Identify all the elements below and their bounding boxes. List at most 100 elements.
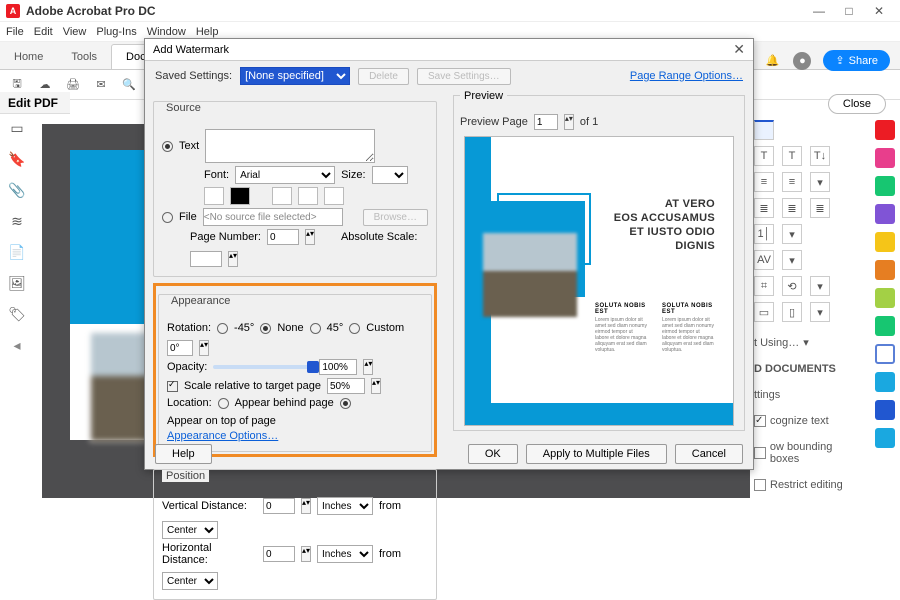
maximize-button[interactable]: □ <box>834 4 864 18</box>
cloud-icon[interactable]: ☁ <box>36 76 54 94</box>
save-icon[interactable]: 🖫 <box>8 76 26 94</box>
tool-edit-pdf[interactable] <box>875 148 895 168</box>
abs-scale-spinner[interactable]: ▴▾ <box>228 251 238 267</box>
tool-create-pdf[interactable] <box>875 120 895 140</box>
rotation-spinner[interactable]: ▴▾ <box>199 340 209 356</box>
kerning-dropdown-icon[interactable]: ▾ <box>782 250 802 270</box>
align-center-icon[interactable]: T <box>782 146 802 166</box>
images-icon[interactable]: 🖼 <box>8 275 26 292</box>
rotation-none-radio[interactable] <box>260 323 271 334</box>
restrict-editing-check[interactable]: Restrict editing <box>754 479 864 491</box>
cancel-button[interactable]: Cancel <box>675 444 743 464</box>
list-bullet-icon[interactable]: ≡ <box>754 172 774 192</box>
preview-page-spinner[interactable]: ▴▾ <box>564 114 574 130</box>
browse-button[interactable]: Browse… <box>363 209 428 226</box>
tags-icon[interactable]: 🏷 <box>8 306 26 323</box>
underline-button[interactable] <box>204 187 224 205</box>
source-file-radio[interactable] <box>162 212 173 223</box>
save-settings-button[interactable]: Save Settings… <box>417 68 511 85</box>
opacity-field[interactable] <box>319 359 357 375</box>
align-left-button[interactable] <box>272 187 292 205</box>
mail-icon[interactable]: ✉ <box>92 76 110 94</box>
close-panel-button[interactable]: Close <box>828 94 886 114</box>
scale-relative-field[interactable] <box>327 378 365 394</box>
attachments-icon[interactable]: 📎 <box>8 182 25 199</box>
align-right-icon[interactable]: T↓ <box>810 146 830 166</box>
tab-tools[interactable]: Tools <box>57 45 111 69</box>
rotate-icon[interactable]: ⟲ <box>782 276 802 296</box>
delete-button[interactable]: Delete <box>358 68 409 85</box>
minimize-button[interactable]: — <box>804 4 834 18</box>
opacity-spinner[interactable]: ▴▾ <box>363 359 373 375</box>
vdist-origin-select[interactable]: Center <box>162 521 218 539</box>
hdist-unit-select[interactable]: Inches <box>317 545 373 563</box>
watermark-text-input[interactable] <box>205 129 375 163</box>
tool-export-pdf[interactable] <box>875 176 895 196</box>
location-behind-radio[interactable] <box>218 398 229 409</box>
menu-help[interactable]: Help <box>196 26 219 38</box>
menu-window[interactable]: Window <box>147 26 186 38</box>
rotation-neg45-radio[interactable] <box>217 323 228 334</box>
align-left-icon[interactable]: T <box>754 146 774 166</box>
vdist-field[interactable] <box>263 498 295 514</box>
menu-plugins[interactable]: Plug-Ins <box>96 26 136 38</box>
tool-protect[interactable] <box>875 316 895 336</box>
vdist-spinner[interactable]: ▴▾ <box>301 498 311 514</box>
more-format-icon[interactable]: ▾ <box>810 276 830 296</box>
ok-button[interactable]: OK <box>468 444 518 464</box>
tool-more-3[interactable] <box>875 428 895 448</box>
flip-h-icon[interactable]: ▭ <box>754 302 774 322</box>
help-button[interactable]: Help <box>155 444 212 464</box>
layers-icon[interactable]: ≋ <box>11 213 23 230</box>
kerning-icon[interactable]: AV <box>754 250 774 270</box>
page-range-options-link[interactable]: Page Range Options… <box>630 70 743 82</box>
tab-home[interactable]: Home <box>0 45 57 69</box>
crop-icon[interactable]: ⌗ <box>754 276 774 296</box>
close-dialog-button[interactable]: ✕ <box>733 41 745 58</box>
format-swatch[interactable] <box>754 120 774 140</box>
menu-edit[interactable]: Edit <box>34 26 53 38</box>
scale-spinner[interactable]: ▴▾ <box>371 378 381 394</box>
tool-more-1[interactable] <box>875 372 895 392</box>
apply-multiple-button[interactable]: Apply to Multiple Files <box>526 444 667 464</box>
format-using-dropdown[interactable]: t Using… ▾ <box>754 336 864 349</box>
user-avatar[interactable]: ● <box>793 52 811 70</box>
size-select[interactable] <box>372 166 408 184</box>
share-button[interactable]: ⇪ Share <box>823 50 890 71</box>
tool-comment[interactable] <box>875 204 895 224</box>
page-number-spinner[interactable]: ▴▾ <box>305 229 315 245</box>
align-center-button[interactable] <box>298 187 318 205</box>
text-color-button[interactable] <box>230 187 250 205</box>
source-text-radio[interactable] <box>162 141 173 152</box>
hdist-spinner[interactable]: ▴▾ <box>301 546 311 562</box>
opacity-slider[interactable] <box>213 365 313 369</box>
page-thumbnails-icon[interactable]: ▭ <box>10 120 23 137</box>
location-top-radio[interactable] <box>340 398 351 409</box>
tool-fill-sign[interactable] <box>875 288 895 308</box>
close-window-button[interactable]: ✕ <box>864 4 894 18</box>
recognize-text-check[interactable]: cognize text <box>754 415 864 427</box>
hdist-origin-select[interactable]: Center <box>162 572 218 590</box>
rotation-custom-field[interactable] <box>167 340 193 356</box>
align-right-button[interactable] <box>324 187 344 205</box>
abs-scale-field[interactable] <box>190 251 222 267</box>
replace-image-icon[interactable]: ▾ <box>810 302 830 322</box>
para-align-center-icon[interactable]: ≣ <box>782 198 802 218</box>
para-align-right-icon[interactable]: ≣ <box>810 198 830 218</box>
menu-file[interactable]: File <box>6 26 24 38</box>
spacing-icon[interactable]: 1│ <box>754 224 774 244</box>
tool-shield[interactable] <box>875 344 895 364</box>
print-icon[interactable]: 🖨 <box>64 76 82 94</box>
list-options-icon[interactable]: ▾ <box>810 172 830 192</box>
bounding-boxes-check[interactable]: ow bounding boxes <box>754 441 864 465</box>
tool-more-2[interactable] <box>875 400 895 420</box>
rotation-custom-radio[interactable] <box>349 323 360 334</box>
bell-icon[interactable]: 🔔 <box>763 52 781 70</box>
tool-scan[interactable] <box>875 260 895 280</box>
menu-view[interactable]: View <box>63 26 87 38</box>
list-number-icon[interactable]: ≡ <box>782 172 802 192</box>
page-number-field[interactable] <box>267 229 299 245</box>
settings-link[interactable]: ttings <box>754 389 864 401</box>
saved-settings-select[interactable]: [None specified] <box>240 67 350 85</box>
flip-v-icon[interactable]: ▯ <box>782 302 802 322</box>
